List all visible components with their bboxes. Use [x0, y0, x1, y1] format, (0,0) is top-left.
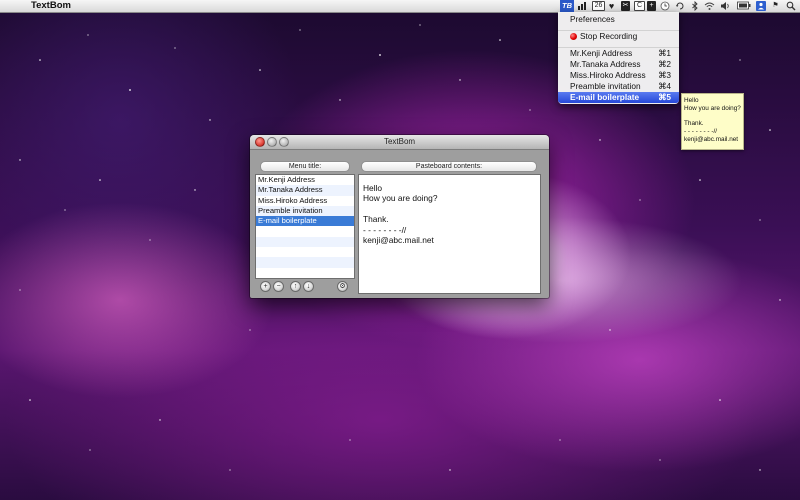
tooltip-line: [684, 113, 741, 121]
content-line: - - - - - - - -//: [363, 224, 407, 235]
empty-row: [256, 257, 354, 268]
list-item[interactable]: Preamble invitation: [256, 205, 354, 217]
content-line: Hello: [363, 183, 383, 193]
empty-row: [256, 247, 354, 257]
flag-icon[interactable]: ⚑: [771, 1, 780, 11]
pasteboard-contents-header: Pasteboard contents:: [361, 161, 537, 172]
tooltip-line: Hello: [684, 97, 699, 104]
menu-item-preferences[interactable]: Preferences: [558, 14, 679, 25]
menu-title-list[interactable]: Mr.Kenji Address Mr.Tanaka Address Miss.…: [255, 174, 355, 279]
list-item[interactable]: Miss.Hiroko Address: [256, 196, 354, 206]
time-machine-icon[interactable]: [675, 1, 685, 11]
tooltip-line: kenji@abc.mail.net: [684, 135, 739, 143]
app-name-menu[interactable]: TextBom: [31, 0, 71, 12]
textbom-menu-icon[interactable]: TB: [560, 0, 574, 12]
menu-item-shortcut: ⌘2: [658, 59, 671, 69]
tooltip-line: - - - - - - - -//: [684, 128, 718, 136]
content-line: [363, 204, 536, 214]
content-line: Thank.: [363, 214, 389, 225]
tooltip-line: How you are doing?: [684, 104, 741, 112]
empty-row: [256, 226, 354, 236]
tooltip-line: Thank.: [684, 120, 704, 128]
action-gear-button[interactable]: ⚙: [337, 281, 348, 292]
menu-item-label: Preamble invitation: [570, 81, 641, 91]
list-item[interactable]: Mr.Tanaka Address: [256, 185, 354, 196]
menu-bar: TextBom TB 26 ♥ ✂ C + ⚑: [0, 0, 800, 13]
snippet-preview-tooltip: Hello How you are doing? Thank. - - - - …: [681, 93, 744, 150]
textbom-window: TextBom Menu title: Pasteboard contents:…: [250, 135, 549, 298]
textbom-dropdown-menu: Preferences Stop Recording Mr.Kenji Addr…: [558, 12, 679, 104]
menu-item-label: Mr.Tanaka Address: [570, 59, 641, 69]
remove-item-button[interactable]: −: [273, 281, 284, 292]
spotlight-search-icon[interactable]: [786, 1, 796, 11]
heart-icon[interactable]: ♥: [607, 1, 616, 11]
clock-icon[interactable]: [660, 1, 670, 11]
record-icon: [570, 33, 577, 40]
move-up-button[interactable]: ↑: [290, 281, 301, 292]
add-item-button[interactable]: +: [260, 281, 271, 292]
list-item[interactable]: Mr.Kenji Address: [256, 175, 354, 185]
bluetooth-icon[interactable]: [690, 0, 699, 12]
menu-item-snippet-3[interactable]: Miss.Hiroko Address ⌘3: [558, 70, 679, 81]
menu-item-label: Mr.Kenji Address: [570, 48, 633, 58]
menu-item-shortcut: ⌘1: [658, 48, 671, 58]
menu-item-snippet-4[interactable]: Preamble invitation ⌘4: [558, 81, 679, 92]
list-item-selected[interactable]: E-mail boilerplate: [256, 216, 354, 227]
wifi-icon[interactable]: [704, 1, 715, 11]
add-box-icon[interactable]: +: [647, 1, 656, 11]
menu-item-snippet-1[interactable]: Mr.Kenji Address ⌘1: [558, 48, 679, 59]
content-line: How you are doing?: [363, 193, 438, 204]
menu-item-shortcut: ⌘3: [658, 70, 671, 80]
menu-item-stop-recording[interactable]: Stop Recording: [558, 31, 679, 42]
menu-item-label: Stop Recording: [580, 31, 638, 41]
menu-item-label: Preferences: [570, 14, 615, 24]
signal-bars-icon[interactable]: [578, 1, 588, 11]
user-account-icon[interactable]: [756, 1, 766, 11]
battery-icon[interactable]: [737, 1, 751, 11]
menu-item-label: E-mail boilerplate: [570, 92, 640, 102]
menu-item-snippet-2[interactable]: Mr.Tanaka Address ⌘2: [558, 59, 679, 70]
window-title: TextBom: [383, 137, 416, 146]
menu-item-shortcut: ⌘5: [658, 92, 671, 102]
menu-title-header: Menu title:: [260, 161, 350, 172]
empty-row: [256, 236, 354, 248]
pasteboard-text-area[interactable]: Hello How you are doing? Thank. - - - - …: [358, 174, 541, 294]
volume-icon[interactable]: [720, 1, 731, 11]
menu-item-label: Miss.Hiroko Address: [570, 70, 646, 80]
calendar-badge-icon[interactable]: 26: [592, 1, 605, 11]
clipboard-icon[interactable]: C: [634, 1, 645, 11]
content-line: kenji@abc.mail.net: [363, 234, 434, 245]
menu-item-snippet-5[interactable]: E-mail boilerplate ⌘5: [558, 92, 679, 103]
menu-item-shortcut: ⌘4: [658, 81, 671, 91]
scissors-tool-icon[interactable]: ✂: [621, 1, 630, 11]
empty-row: [256, 268, 354, 278]
move-down-button[interactable]: ↓: [303, 281, 314, 292]
window-titlebar[interactable]: TextBom: [250, 135, 549, 150]
